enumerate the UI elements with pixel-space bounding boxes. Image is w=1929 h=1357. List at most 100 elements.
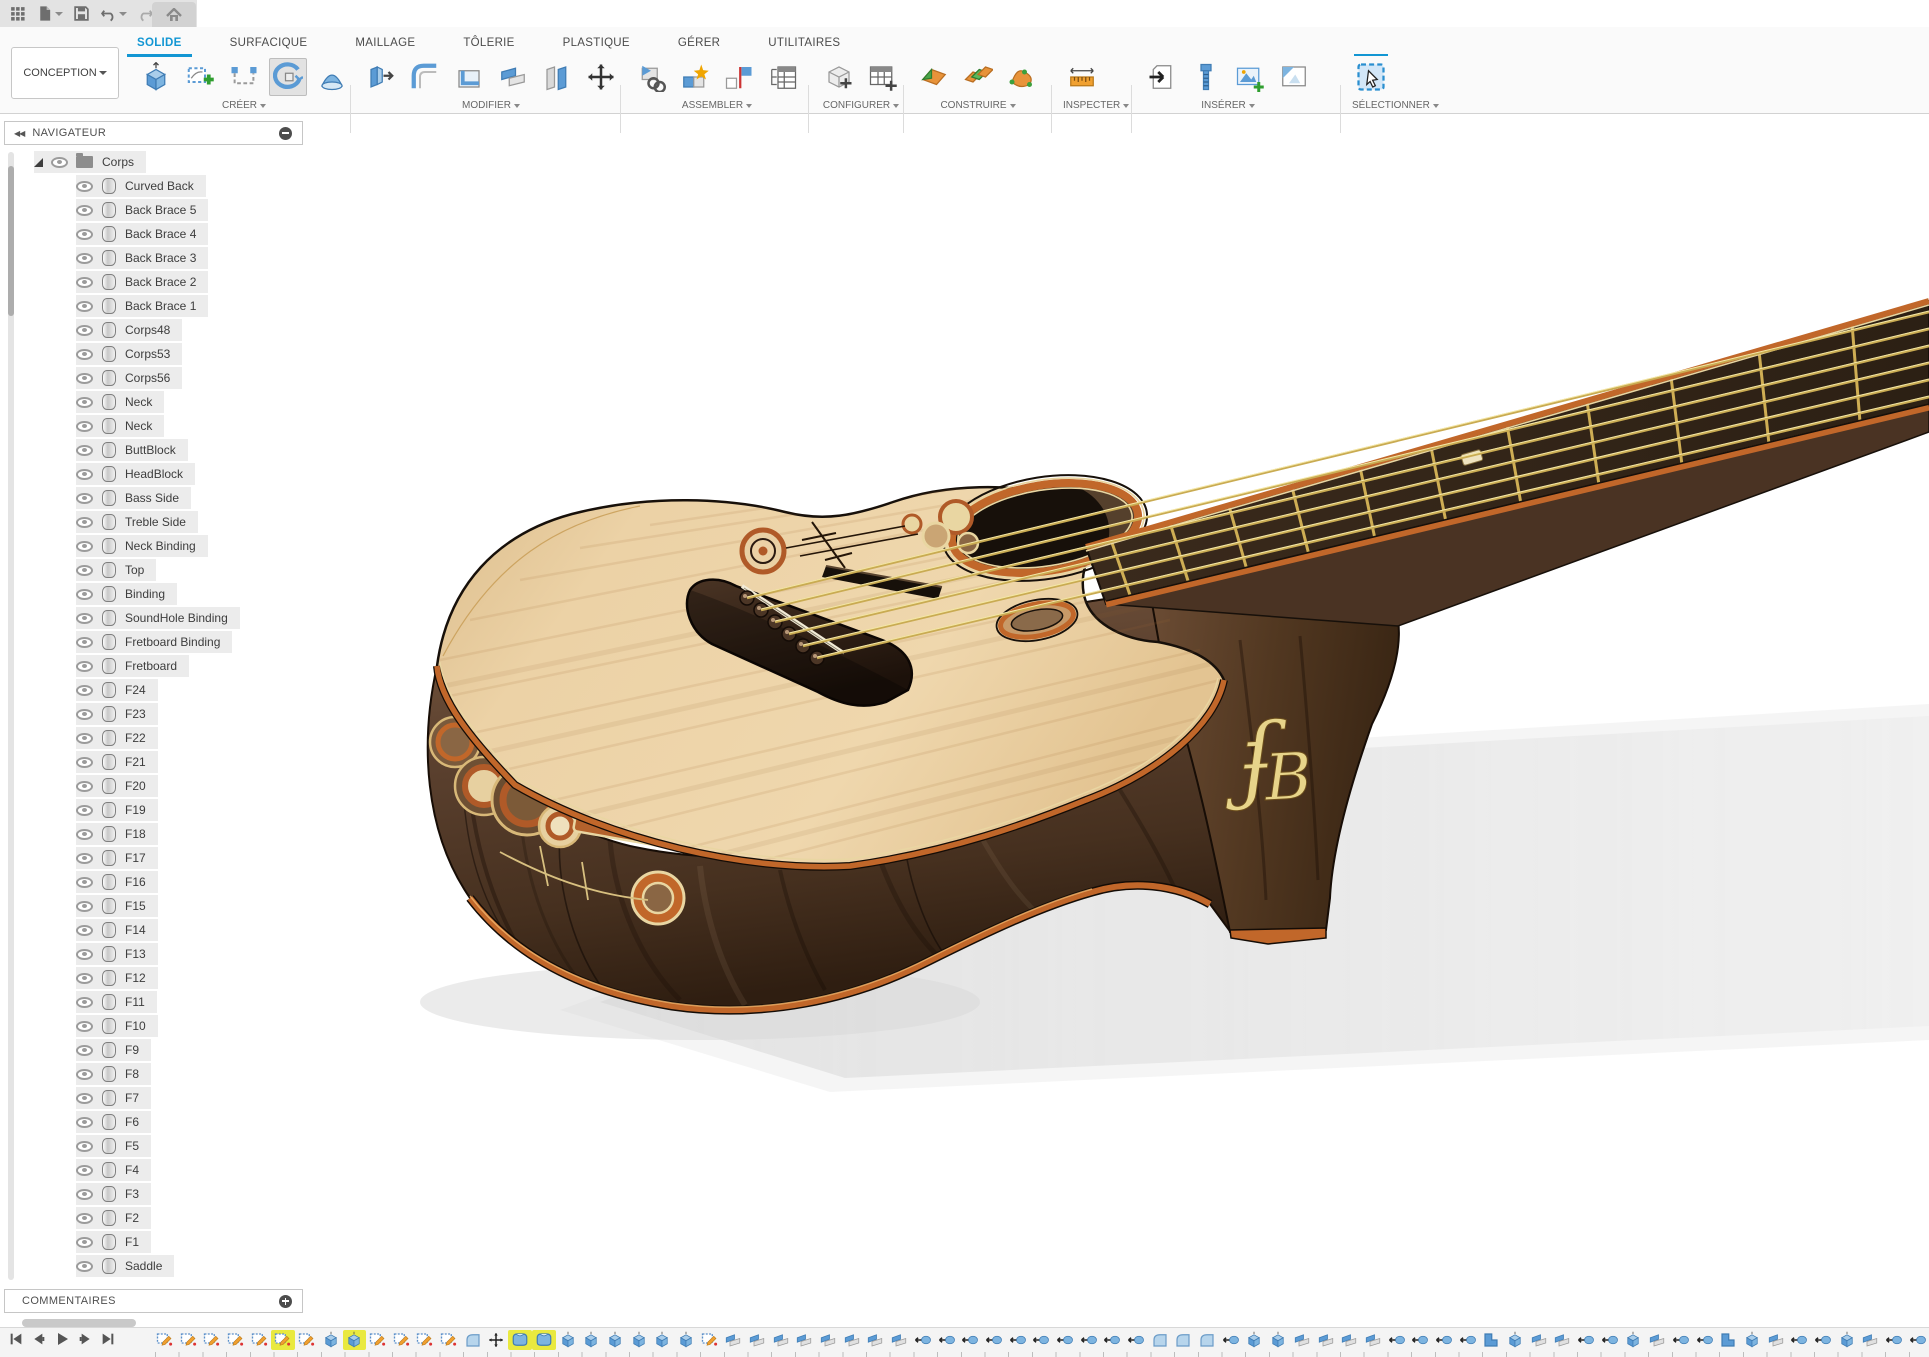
timeline-feature-extrude-icon[interactable] bbox=[1503, 1330, 1527, 1350]
tree-row[interactable]: ButtBlock bbox=[76, 439, 188, 461]
tab-plastique[interactable]: PLASTIQUE bbox=[539, 30, 654, 56]
tree-row[interactable]: F7 bbox=[76, 1087, 151, 1109]
visibility-eye-icon[interactable] bbox=[76, 973, 93, 984]
visibility-eye-icon[interactable] bbox=[76, 1189, 93, 1200]
visibility-eye-icon[interactable] bbox=[76, 277, 93, 288]
timeline-feature-movebody-icon[interactable] bbox=[1124, 1330, 1148, 1350]
midplane-button[interactable] bbox=[959, 58, 997, 96]
group-label-dropdown[interactable]: INSPECTER bbox=[1063, 100, 1129, 111]
extrude-button[interactable] bbox=[137, 58, 175, 96]
timeline-feature-extrude-icon[interactable] bbox=[650, 1330, 674, 1350]
timeline-feature-sketch-icon[interactable] bbox=[414, 1330, 438, 1350]
timeline-feature-combine-icon[interactable] bbox=[1764, 1330, 1788, 1350]
tree-row[interactable]: HeadBlock bbox=[76, 463, 195, 485]
scrollbar-thumb[interactable] bbox=[8, 166, 14, 316]
visibility-eye-icon[interactable] bbox=[76, 877, 93, 888]
tab-utilitaires[interactable]: UTILITAIRES bbox=[744, 30, 864, 56]
new-component-button[interactable] bbox=[676, 58, 714, 96]
timeline-feature-movebody-icon[interactable] bbox=[1669, 1330, 1693, 1350]
timeline-feature-sketch-icon[interactable] bbox=[177, 1330, 201, 1350]
timeline-feature-combine-icon[interactable] bbox=[1290, 1330, 1314, 1350]
tree-row[interactable]: F20 bbox=[76, 775, 158, 797]
timeline-feature-boolean-icon[interactable] bbox=[1480, 1330, 1504, 1350]
tree-row[interactable]: F12 bbox=[76, 967, 158, 989]
timeline-feature-extrude-icon[interactable] bbox=[556, 1330, 580, 1350]
tree-row[interactable]: Top bbox=[76, 559, 156, 581]
insert-canvas-button[interactable] bbox=[1275, 58, 1313, 96]
tree-row[interactable]: F18 bbox=[76, 823, 158, 845]
visibility-eye-icon[interactable] bbox=[76, 1213, 93, 1224]
visibility-eye-icon[interactable] bbox=[76, 589, 93, 600]
timeline-feature-movebody-icon[interactable] bbox=[1053, 1330, 1077, 1350]
timeline-feature-movebody-icon[interactable] bbox=[1456, 1330, 1480, 1350]
fillet-button[interactable] bbox=[406, 58, 444, 96]
visibility-eye-icon[interactable] bbox=[76, 1237, 93, 1248]
insert-fastener-button[interactable] bbox=[1187, 58, 1225, 96]
visibility-eye-icon[interactable] bbox=[76, 925, 93, 936]
tree-row[interactable]: Back Brace 5 bbox=[76, 199, 208, 221]
visibility-eye-icon[interactable] bbox=[76, 301, 93, 312]
visibility-eye-icon[interactable] bbox=[76, 373, 93, 384]
combine-button[interactable] bbox=[494, 58, 532, 96]
visibility-eye-icon[interactable] bbox=[76, 469, 93, 480]
tree-row[interactable]: F16 bbox=[76, 871, 158, 893]
visibility-eye-icon[interactable] bbox=[76, 901, 93, 912]
visibility-eye-icon[interactable] bbox=[76, 325, 93, 336]
new-file-button[interactable] bbox=[33, 3, 66, 25]
tree-row[interactable]: F10 bbox=[76, 1015, 158, 1037]
navigator-panel-header[interactable]: ◀◀ NAVIGATEUR bbox=[4, 121, 303, 145]
tree-row[interactable]: F11 bbox=[76, 991, 157, 1013]
tree-row[interactable]: F13 bbox=[76, 943, 158, 965]
timeline-feature-movebody-icon[interactable] bbox=[1693, 1330, 1717, 1350]
timeline-feature-extrude-icon[interactable] bbox=[1622, 1330, 1646, 1350]
timeline-feature-sketch-icon[interactable] bbox=[295, 1330, 319, 1350]
timeline-feature-movebody-icon[interactable] bbox=[1574, 1330, 1598, 1350]
step-forward-button[interactable] bbox=[77, 1331, 93, 1347]
timeline-feature-movebody-icon[interactable] bbox=[1882, 1330, 1906, 1350]
tree-row[interactable]: F2 bbox=[76, 1207, 151, 1229]
visibility-eye-icon[interactable] bbox=[76, 565, 93, 576]
viewport-3d[interactable]: ʄ B bbox=[0, 113, 1929, 1327]
timeline-feature-extrude-icon[interactable] bbox=[1266, 1330, 1290, 1350]
visibility-eye-icon[interactable] bbox=[76, 781, 93, 792]
tree-row[interactable]: F8 bbox=[76, 1063, 151, 1085]
timeline-feature-movebody-icon[interactable] bbox=[1787, 1330, 1811, 1350]
timeline-feature-sketch-icon[interactable] bbox=[366, 1330, 390, 1350]
tree-root-row[interactable]: Corps bbox=[34, 151, 146, 173]
loft-button[interactable] bbox=[313, 58, 351, 96]
timeline-feature-extrude-icon[interactable] bbox=[674, 1330, 698, 1350]
group-label-dropdown[interactable]: INSÉRER bbox=[1143, 100, 1313, 111]
tab-maillage[interactable]: MAILLAGE bbox=[331, 30, 439, 56]
tree-row[interactable]: F17 bbox=[76, 847, 158, 869]
tree-row[interactable]: SoundHole Binding bbox=[76, 607, 240, 629]
step-back-button[interactable] bbox=[31, 1331, 47, 1347]
visibility-eye-icon[interactable] bbox=[76, 1165, 93, 1176]
joint-button[interactable] bbox=[720, 58, 758, 96]
timeline-feature-fillet-icon[interactable] bbox=[1172, 1330, 1196, 1350]
visibility-eye-icon[interactable] bbox=[76, 949, 93, 960]
timeline-feature-movebody-icon[interactable] bbox=[1811, 1330, 1835, 1350]
tree-row[interactable]: F9 bbox=[76, 1039, 151, 1061]
plane-offset-button[interactable] bbox=[915, 58, 953, 96]
visibility-eye-icon[interactable] bbox=[76, 733, 93, 744]
visibility-eye-icon[interactable] bbox=[76, 493, 93, 504]
home-tab[interactable] bbox=[152, 2, 196, 27]
visibility-eye-icon[interactable] bbox=[76, 181, 93, 192]
group-label-dropdown[interactable]: ASSEMBLER bbox=[632, 100, 802, 111]
timeline-feature-combine-icon[interactable] bbox=[1551, 1330, 1575, 1350]
timeline-feature-sketch-icon[interactable] bbox=[271, 1330, 295, 1350]
undo-button[interactable] bbox=[97, 3, 130, 25]
collapse-tree-icon[interactable] bbox=[279, 127, 292, 140]
workspace-selector[interactable]: CONCEPTION bbox=[11, 47, 119, 99]
comments-panel-header[interactable]: COMMENTAIRES bbox=[4, 1289, 303, 1313]
configure-table-button[interactable] bbox=[864, 58, 902, 96]
timeline-feature-movebody-icon[interactable] bbox=[935, 1330, 959, 1350]
visibility-eye-icon[interactable] bbox=[76, 757, 93, 768]
tree-row[interactable]: F6 bbox=[76, 1111, 151, 1133]
tree-row[interactable]: Corps48 bbox=[76, 319, 182, 341]
press-pull-button[interactable] bbox=[362, 58, 400, 96]
timeline-feature-sketch-icon[interactable] bbox=[200, 1330, 224, 1350]
timeline-feature-movebody-icon[interactable] bbox=[1006, 1330, 1030, 1350]
timeline-feature-movebody-icon[interactable] bbox=[982, 1330, 1006, 1350]
timeline-feature-combine-icon[interactable] bbox=[887, 1330, 911, 1350]
